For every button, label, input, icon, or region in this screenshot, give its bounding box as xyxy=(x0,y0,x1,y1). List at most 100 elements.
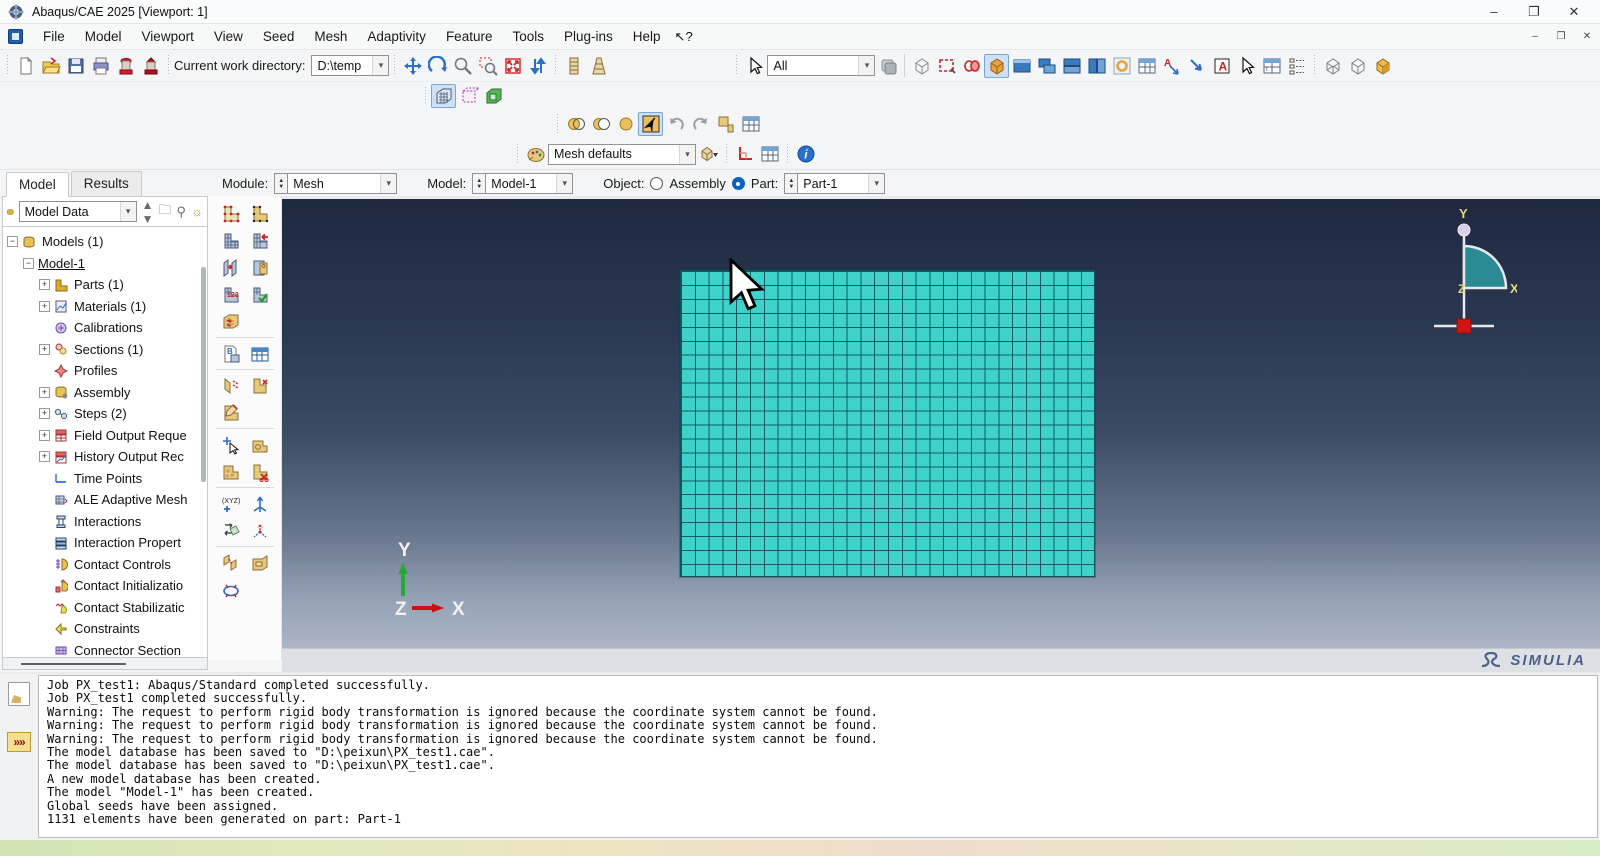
message-area-tab-icon[interactable] xyxy=(8,682,30,706)
pan-view-icon[interactable] xyxy=(400,54,425,78)
tree-item-calibrations[interactable]: Calibrations xyxy=(7,317,207,339)
part-spinner[interactable]: ▲▼ xyxy=(784,173,797,194)
tree-item-sections-1[interactable]: +Sections (1) xyxy=(7,339,207,361)
field-table-icon[interactable] xyxy=(757,142,782,166)
message-log[interactable]: Job PX_test1: Abaqus/Standard completed … xyxy=(38,675,1598,838)
object-part-radio[interactable] xyxy=(732,177,745,190)
tree-horizontal-scrollbar[interactable] xyxy=(2,658,208,670)
tree-item-interaction-propert[interactable]: Interaction Propert xyxy=(7,532,207,554)
viewport-split-icon[interactable] xyxy=(1084,54,1109,78)
viewport-canvas[interactable]: Y Z X Y Z X xyxy=(282,196,1600,648)
filled-circle-icon[interactable] xyxy=(613,112,638,136)
menu-feature[interactable]: Feature xyxy=(436,26,503,47)
geometry-display-icon[interactable] xyxy=(481,84,506,108)
text-annotation-icon[interactable]: A xyxy=(1209,54,1234,78)
view-cube-icon[interactable] xyxy=(909,54,934,78)
tab-results[interactable]: Results xyxy=(71,171,142,196)
edit-mesh-icon[interactable] xyxy=(216,399,245,426)
mesh-controls-icon[interactable]: B xyxy=(216,340,245,367)
check-mesh-icon[interactable] xyxy=(245,281,274,308)
hiddenline-cube-icon[interactable] xyxy=(1345,54,1370,78)
undo-icon[interactable] xyxy=(663,112,688,136)
folder-up-icon[interactable]: 🗀 xyxy=(159,201,172,223)
plot-axes-icon[interactable] xyxy=(732,142,757,166)
wireframe-cube-icon[interactable] xyxy=(1320,54,1345,78)
tree-item-assembly[interactable]: +Assembly xyxy=(7,382,207,404)
expand-icon[interactable]: + xyxy=(39,408,50,419)
partition-cell-icon[interactable] xyxy=(245,431,274,458)
legend-table-icon[interactable]: I xyxy=(1259,54,1284,78)
tree-item-model-1[interactable]: −Model-1 xyxy=(7,253,207,275)
new-file-icon[interactable] xyxy=(13,54,38,78)
menu-tools[interactable]: Tools xyxy=(502,26,554,47)
delete-mesh-icon[interactable] xyxy=(245,227,274,254)
expand-collapse-icon[interactable]: ▲▼ xyxy=(142,198,154,226)
query-ladder-icon[interactable] xyxy=(561,54,586,78)
blue-arrow-icon[interactable] xyxy=(1184,54,1209,78)
seed-display-icon[interactable] xyxy=(456,84,481,108)
ring-tool-icon[interactable] xyxy=(1109,54,1134,78)
shaded-cube-icon[interactable] xyxy=(984,54,1009,78)
apply-gray-icon[interactable] xyxy=(875,54,900,78)
collapse-icon[interactable]: − xyxy=(23,258,34,269)
zoom-box-icon[interactable] xyxy=(475,54,500,78)
tree-item-interactions[interactable]: Interactions xyxy=(7,511,207,533)
view-compass[interactable]: Y Z X xyxy=(1417,204,1517,344)
expand-icon[interactable]: + xyxy=(39,387,50,398)
collapse-edge-icon[interactable] xyxy=(216,576,245,603)
partition-face-icon[interactable] xyxy=(216,458,245,485)
collapse-icon[interactable]: − xyxy=(7,236,18,247)
object-assembly-radio[interactable] xyxy=(650,177,663,190)
redo-icon[interactable] xyxy=(688,112,713,136)
trim-icon[interactable] xyxy=(245,458,274,485)
tree-item-materials-1[interactable]: +Materials (1) xyxy=(7,296,207,318)
virtual-topology-icon[interactable] xyxy=(216,549,245,576)
shaded-render-cube-icon[interactable] xyxy=(1370,54,1395,78)
module-spinner[interactable]: ▲▼ xyxy=(274,173,287,194)
viewport-tile-vert-icon[interactable] xyxy=(1059,54,1084,78)
cube-dropdown-icon[interactable] xyxy=(696,142,721,166)
lightbulb-icon[interactable]: ☼ xyxy=(191,204,203,219)
tree-item-models-1[interactable]: −Models (1) xyxy=(7,231,207,253)
rotate-view-icon[interactable] xyxy=(425,54,450,78)
overlap-circles-icon[interactable] xyxy=(563,112,588,136)
model-spinner[interactable]: ▲▼ xyxy=(472,173,485,194)
magnify-icon[interactable] xyxy=(450,54,475,78)
tree-item-steps-2[interactable]: +Steps (2) xyxy=(7,403,207,425)
child-minimize-button[interactable]: – xyxy=(1522,28,1548,46)
tree-vertical-scrollbar[interactable] xyxy=(201,267,206,482)
mesh-part-icon[interactable] xyxy=(216,227,245,254)
meshed-part[interactable] xyxy=(680,270,1095,577)
associate-mesh-icon[interactable] xyxy=(245,372,274,399)
tree-filter-combo[interactable]: Model Data▾ xyxy=(19,201,137,222)
color-mapping-combo[interactable]: Mesh defaults▾ xyxy=(548,144,696,165)
tree-item-history-output-rec[interactable]: +History Output Rec xyxy=(7,446,207,468)
datum-xyz-icon[interactable]: (XYZ) xyxy=(216,490,245,517)
tree-item-contact-initializatio[interactable]: Contact Initializatio xyxy=(7,575,207,597)
save-icon[interactable] xyxy=(63,54,88,78)
model-combo[interactable]: Model-1▾ xyxy=(485,173,573,194)
select-arrow-icon[interactable] xyxy=(638,112,663,136)
table-tool-icon[interactable] xyxy=(1134,54,1159,78)
tab-model[interactable]: Model xyxy=(6,172,69,197)
datum-plane-icon[interactable] xyxy=(216,517,245,544)
seed-part-icon[interactable] xyxy=(216,200,245,227)
menu-view[interactable]: View xyxy=(204,26,253,47)
menu-seed[interactable]: Seed xyxy=(253,26,305,47)
combine-faces-icon[interactable] xyxy=(245,549,274,576)
print-icon[interactable] xyxy=(88,54,113,78)
tree-item-contact-controls[interactable]: Contact Controls xyxy=(7,554,207,576)
tree-item-profiles[interactable]: Profiles xyxy=(7,360,207,382)
module-combo[interactable]: Mesh▾ xyxy=(287,173,397,194)
datum-axis-icon[interactable] xyxy=(245,490,274,517)
select-vertex-icon[interactable] xyxy=(216,431,245,458)
menu-model[interactable]: Model xyxy=(75,26,132,47)
stack-objects-icon[interactable] xyxy=(713,112,738,136)
expand-icon[interactable]: + xyxy=(39,344,50,355)
edit-display-icon[interactable] xyxy=(959,54,984,78)
open-file-icon[interactable] xyxy=(38,54,63,78)
cycle-views-icon[interactable] xyxy=(525,54,550,78)
tree-item-field-output-reque[interactable]: +Field Output Reque xyxy=(7,425,207,447)
pointer-select-icon[interactable] xyxy=(1234,54,1259,78)
menu-file[interactable]: File xyxy=(33,26,75,47)
